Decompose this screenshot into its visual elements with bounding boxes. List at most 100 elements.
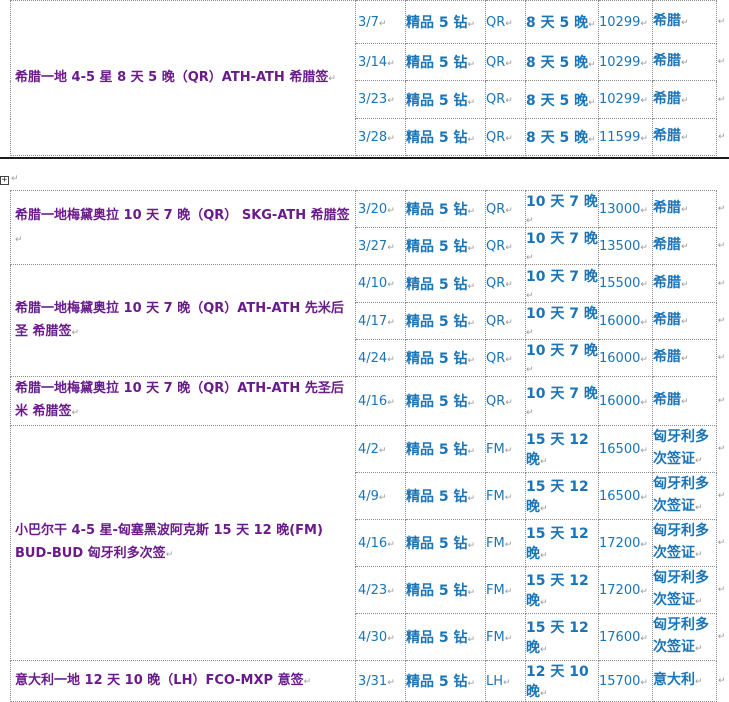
route-name-cell: 小巴尔干 4-5 星-匈塞黑波阿克斯 15 天 12 晚(FM) BUD-BUD… xyxy=(10,425,356,661)
paragraph-mark: ↵ xyxy=(387,633,395,644)
trip-duration-cell: 8 天 5 晚↵ xyxy=(525,118,599,156)
row-end-mark: ↵ xyxy=(717,632,726,642)
paragraph-mark: ↵ xyxy=(640,205,648,216)
airline-code: FM xyxy=(486,488,505,504)
visa-type: 希腊 xyxy=(653,13,682,29)
row-end-mark-cell: ↵ xyxy=(717,44,727,81)
paragraph-mark: ↵ xyxy=(505,354,513,365)
paragraph-mark: ↵ xyxy=(467,97,476,108)
paragraph-mark: ↵ xyxy=(695,677,703,687)
airline-code-cell: FM↵ xyxy=(485,613,526,661)
paragraph-mark: ↵ xyxy=(526,328,534,338)
visa-type-cell: 希腊↵ xyxy=(652,43,717,81)
paragraph-mark: ↵ xyxy=(71,327,80,338)
paragraph-mark: ↵ xyxy=(640,58,648,69)
departure-date: 4/9 xyxy=(358,488,379,504)
table-move-handle-icon[interactable]: + xyxy=(0,176,9,185)
paragraph-mark: ↵ xyxy=(640,677,648,688)
row-end-mark-cell: ↵ xyxy=(717,265,727,303)
price-cell: 17200↵ xyxy=(598,519,653,567)
route-name: 意大利一地 12 天 10 晚（LH）FCO-MXP 意签 xyxy=(15,672,304,688)
hotel-grade-cell: 精品 5 钻↵ xyxy=(405,339,486,377)
route-name-cell: 希腊一地 4-5 星 8 天 5 晚（QR）ATH-ATH 希腊签↵ xyxy=(10,0,356,156)
paragraph-mark: ↵ xyxy=(640,18,648,29)
paragraph-mark: ↵ xyxy=(681,205,689,215)
trip-duration: 10 天 7 晚 xyxy=(526,268,598,285)
trip-duration-cell: 15 天 12 晚↵ xyxy=(525,613,599,661)
paragraph-mark: ↵ xyxy=(11,174,19,184)
hotel-grade-cell: 精品 5 钻↵ xyxy=(405,118,486,156)
trip-duration: 15 天 12 晚 xyxy=(526,432,589,468)
row-end-mark-cell: ↵ xyxy=(717,614,727,661)
hotel-grade-cell: 精品 5 钻↵ xyxy=(405,566,486,614)
paragraph-mark: ↵ xyxy=(505,18,513,29)
departure-date: 3/20 xyxy=(358,201,388,217)
paragraph-mark: ↵ xyxy=(467,494,476,504)
row-end-mark-cell: ↵ xyxy=(717,1,727,44)
trip-duration: 10 天 7 晚 xyxy=(526,194,598,210)
paragraph-mark: ↵ xyxy=(640,133,648,144)
departure-date-cell: 4/24↵ xyxy=(355,339,406,377)
paragraph-mark: ↵ xyxy=(504,445,513,456)
row-end-mark: ↵ xyxy=(717,353,726,363)
price: 10299 xyxy=(599,54,641,70)
price-cell: 10299↵ xyxy=(598,80,653,119)
paragraph-mark: ↵ xyxy=(540,504,548,514)
paragraph-mark: ↵ xyxy=(467,399,476,409)
paragraph-mark: ↵ xyxy=(387,354,395,365)
paragraph-mark: ↵ xyxy=(588,20,596,30)
airline-code-cell: FM↵ xyxy=(485,425,526,473)
paragraph-mark: ↵ xyxy=(526,253,534,263)
visa-type: 希腊 xyxy=(653,200,682,216)
departure-date-cell: 4/2↵ xyxy=(355,425,406,473)
paragraph-mark: ↵ xyxy=(505,397,513,408)
airline-code-cell: QR↵ xyxy=(485,190,526,228)
price: 16000 xyxy=(599,313,641,329)
row-end-mark-cell: ↵ xyxy=(717,377,727,426)
trip-duration: 15 天 12 晚 xyxy=(526,620,589,656)
paragraph-mark: ↵ xyxy=(681,95,689,106)
hotel-grade: 精品 5 钻 xyxy=(406,276,468,293)
row-end-mark: ↵ xyxy=(717,585,726,595)
visa-type-cell: 希腊↵ xyxy=(652,264,717,303)
route-name-cell: 希腊一地梅黛奥拉 10 天 7 晚（QR） SKG-ATH 希腊签 ↵ xyxy=(10,190,356,265)
paragraph-mark: ↵ xyxy=(505,96,513,106)
hotel-grade-cell: 精品 5 钻↵ xyxy=(405,472,486,520)
paragraph-mark: ↵ xyxy=(695,503,703,513)
trip-duration: 8 天 5 晚 xyxy=(526,15,589,31)
paragraph-mark: ↵ xyxy=(505,133,513,144)
paragraph-mark: ↵ xyxy=(505,242,513,253)
departure-date: 4/16 xyxy=(358,393,388,409)
airline-code: FM xyxy=(486,582,505,598)
hotel-grade: 精品 5 钻 xyxy=(406,630,468,646)
departure-date-cell: 3/20↵ xyxy=(355,190,406,228)
row-end-mark-cell: ↵ xyxy=(717,228,727,265)
route-name-cell: 意大利一地 12 天 10 晚（LH）FCO-MXP 意签↵ xyxy=(10,660,356,702)
visa-type: 希腊 xyxy=(653,312,682,328)
departure-date-cell: 4/30↵ xyxy=(355,613,406,661)
row-end-mark: ↵ xyxy=(717,491,726,501)
route-name: 希腊一地梅黛奥拉 10 天 7 晚（QR）ATH-ATH 先圣后米 希腊签 xyxy=(15,381,344,419)
row-end-mark-cell: ↵ xyxy=(717,119,727,156)
row-end-mark: ↵ xyxy=(717,444,726,454)
paragraph-mark: ↵ xyxy=(467,135,476,145)
paragraph-mark: ↵ xyxy=(387,539,395,550)
hotel-grade-cell: 精品 5 钻↵ xyxy=(405,0,486,44)
visa-type: 希腊 xyxy=(653,349,682,365)
paragraph-mark: ↵ xyxy=(695,597,703,607)
price-cell: 16500↵ xyxy=(598,472,653,520)
paragraph-mark: ↵ xyxy=(467,588,476,598)
trip-duration-cell: 8 天 5 晚↵ xyxy=(525,0,599,44)
paragraph-mark: ↵ xyxy=(588,97,596,108)
tour-table-2: 希腊一地梅黛奥拉 10 天 7 晚（QR） SKG-ATH 希腊签↵ 3/20↵ 精… xyxy=(10,190,727,702)
row-end-mark-cell: ↵ xyxy=(717,340,727,377)
trip-duration-cell: 8 天 5 晚↵ xyxy=(525,80,599,119)
visa-type: 希腊 xyxy=(653,274,682,291)
paragraph-mark: ↵ xyxy=(526,216,534,226)
visa-type-cell: 希腊↵ xyxy=(652,190,717,228)
route-name: 希腊一地 4-5 星 8 天 5 晚（QR）ATH-ATH 希腊签 xyxy=(15,69,329,85)
airline-code: QR xyxy=(486,129,506,145)
hotel-grade: 精品 5 钻 xyxy=(406,674,468,690)
row-end-mark: ↵ xyxy=(717,538,726,548)
row-end-mark-cell: ↵ xyxy=(717,520,727,567)
